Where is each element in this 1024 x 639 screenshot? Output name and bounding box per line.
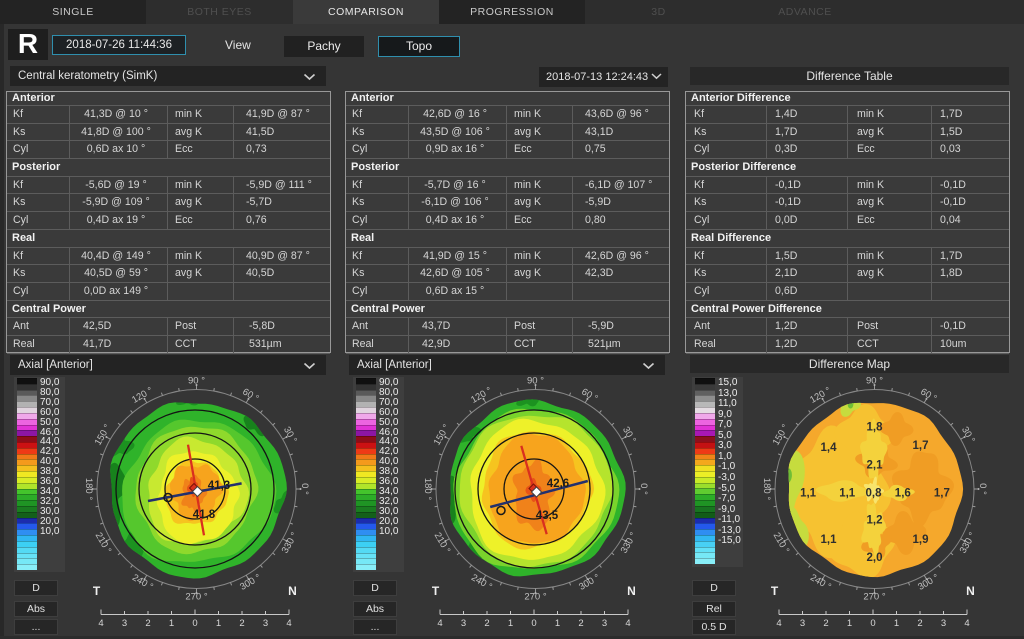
svg-text:3: 3 xyxy=(602,618,607,629)
svg-text:2: 2 xyxy=(484,618,489,629)
svg-text:150 °: 150 ° xyxy=(432,422,453,447)
svg-text:1,6: 1,6 xyxy=(895,488,911,500)
svg-text:0: 0 xyxy=(531,618,536,629)
svg-text:3: 3 xyxy=(122,618,127,629)
svg-text:180 °: 180 ° xyxy=(761,478,772,500)
svg-text:300 °: 300 ° xyxy=(577,572,602,593)
svg-text:4: 4 xyxy=(625,618,630,629)
svg-text:330 °: 330 ° xyxy=(958,530,979,555)
svg-text:41,3: 41,3 xyxy=(208,480,230,492)
svg-text:T: T xyxy=(93,584,101,598)
svg-text:2: 2 xyxy=(145,618,150,629)
svg-text:3: 3 xyxy=(941,618,946,629)
svg-text:0 °: 0 ° xyxy=(638,483,649,495)
svg-text:T: T xyxy=(771,584,779,598)
svg-text:1,1: 1,1 xyxy=(821,534,838,546)
svg-text:330 °: 330 ° xyxy=(280,530,301,555)
svg-text:1: 1 xyxy=(847,618,852,629)
svg-text:1,1: 1,1 xyxy=(800,488,817,500)
svg-text:1,7: 1,7 xyxy=(934,488,950,500)
svg-text:0: 0 xyxy=(870,618,875,629)
svg-text:300 °: 300 ° xyxy=(238,572,263,593)
svg-text:90 °: 90 ° xyxy=(527,376,544,387)
svg-text:1,7: 1,7 xyxy=(913,440,929,452)
svg-text:2: 2 xyxy=(917,618,922,629)
svg-text:150 °: 150 ° xyxy=(93,422,114,447)
svg-text:0 °: 0 ° xyxy=(977,483,988,495)
svg-text:30 °: 30 ° xyxy=(959,425,977,445)
svg-text:41,8: 41,8 xyxy=(193,509,216,521)
svg-text:1,9: 1,9 xyxy=(913,534,929,546)
svg-text:4: 4 xyxy=(437,618,442,629)
svg-text:43,5: 43,5 xyxy=(536,510,559,522)
svg-text:210 °: 210 ° xyxy=(771,531,792,556)
svg-text:0,8: 0,8 xyxy=(866,488,883,500)
svg-text:300 °: 300 ° xyxy=(916,572,941,593)
svg-text:1: 1 xyxy=(894,618,899,629)
svg-text:4: 4 xyxy=(98,618,103,629)
svg-text:150 °: 150 ° xyxy=(771,422,792,447)
svg-text:270 °: 270 ° xyxy=(185,592,207,603)
svg-text:42,6: 42,6 xyxy=(547,478,569,490)
svg-text:30 °: 30 ° xyxy=(620,425,638,445)
svg-text:60 °: 60 ° xyxy=(240,386,260,404)
svg-text:330 °: 330 ° xyxy=(619,530,640,555)
svg-text:120 °: 120 ° xyxy=(469,385,494,406)
svg-text:0: 0 xyxy=(192,618,197,629)
svg-text:3: 3 xyxy=(461,618,466,629)
svg-text:1,1: 1,1 xyxy=(839,488,856,500)
svg-text:120 °: 120 ° xyxy=(130,385,155,406)
svg-text:120 °: 120 ° xyxy=(808,385,833,406)
svg-text:2,0: 2,0 xyxy=(867,552,883,564)
svg-text:60 °: 60 ° xyxy=(918,386,938,404)
svg-text:1,4: 1,4 xyxy=(821,442,838,454)
svg-text:180 °: 180 ° xyxy=(422,478,433,500)
svg-text:4: 4 xyxy=(286,618,291,629)
svg-text:270 °: 270 ° xyxy=(863,592,885,603)
svg-text:210 °: 210 ° xyxy=(432,531,453,556)
svg-text:2: 2 xyxy=(578,618,583,629)
svg-text:30 °: 30 ° xyxy=(281,425,299,445)
svg-text:240 °: 240 ° xyxy=(130,572,155,593)
svg-text:3: 3 xyxy=(263,618,268,629)
svg-text:4: 4 xyxy=(964,618,969,629)
svg-text:3: 3 xyxy=(800,618,805,629)
svg-text:210 °: 210 ° xyxy=(93,531,114,556)
svg-text:90 °: 90 ° xyxy=(866,376,883,387)
svg-text:1: 1 xyxy=(169,618,174,629)
svg-text:0 °: 0 ° xyxy=(299,483,310,495)
svg-text:1: 1 xyxy=(216,618,221,629)
svg-text:2,1: 2,1 xyxy=(867,460,884,472)
svg-text:270 °: 270 ° xyxy=(524,592,546,603)
svg-text:240 °: 240 ° xyxy=(808,572,833,593)
svg-text:4: 4 xyxy=(776,618,781,629)
svg-text:1,8: 1,8 xyxy=(867,422,884,434)
svg-text:N: N xyxy=(966,584,975,598)
svg-text:2: 2 xyxy=(823,618,828,629)
svg-text:1: 1 xyxy=(555,618,560,629)
svg-text:90 °: 90 ° xyxy=(188,376,205,387)
svg-text:1: 1 xyxy=(508,618,513,629)
svg-text:240 °: 240 ° xyxy=(469,572,494,593)
svg-text:60 °: 60 ° xyxy=(579,386,599,404)
svg-text:2: 2 xyxy=(239,618,244,629)
svg-text:1,2: 1,2 xyxy=(867,514,883,526)
svg-text:N: N xyxy=(288,584,297,598)
svg-text:N: N xyxy=(627,584,636,598)
svg-text:180 °: 180 ° xyxy=(83,478,94,500)
svg-text:T: T xyxy=(432,584,440,598)
